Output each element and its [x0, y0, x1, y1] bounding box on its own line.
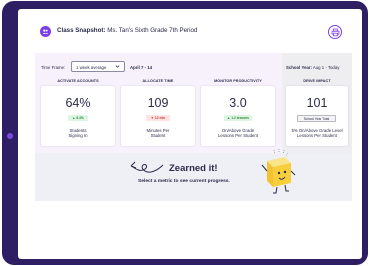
metric-label: On/Above Grade Lessons Per Student	[218, 128, 258, 139]
class-title-label: Class Snapshot:	[57, 27, 106, 34]
metric-value: 3.0	[229, 96, 247, 110]
date-range: April 7 - 14	[130, 65, 152, 70]
school-year-total-badge: School Year Total	[297, 115, 336, 122]
metric-card-monitor-productivity[interactable]: 3.0 ▲ 1.2 lessons On/Above Grade Lessons…	[201, 86, 275, 146]
metric-value: 64%	[65, 96, 91, 110]
change-badge: ▼ 12 min	[146, 115, 170, 121]
weekly-metrics-panel: Time Frame: 1 week average April 7 - 14 …	[35, 53, 282, 153]
change-badge: ▲ 1.2 lessons	[224, 115, 252, 121]
chevron-down-icon	[115, 65, 120, 68]
print-button[interactable]	[328, 25, 342, 39]
arrow-up-icon: ▲	[72, 116, 76, 120]
metric-card-activate-accounts[interactable]: 64% ▲ 6.3% Students Signing In	[41, 86, 115, 146]
change-badge: ▲ 6.3%	[68, 115, 88, 121]
time-frame-value: 1 week average	[76, 65, 107, 70]
mascot-icon	[261, 149, 296, 194]
metric-card-drive-impact[interactable]: 101 School Year Total 5% On/Above Grade …	[286, 86, 348, 146]
school-year-label: School Year: Aug 1 - Today	[286, 65, 340, 70]
metric-label: Students Signing In	[68, 128, 88, 139]
empty-state-panel: Zearned it! Select a metric to see curre…	[35, 149, 352, 201]
metric-title-monitor-productivity: MONITOR PRODUCTIVITY	[214, 79, 262, 83]
time-frame-select[interactable]: 1 week average	[71, 61, 125, 72]
metric-card-allocate-time[interactable]: 109 ▼ 12 min Minutes Per Student	[121, 86, 195, 146]
screen: Class Snapshot: Ms. Tan's Sixth Grade 7t…	[18, 9, 362, 259]
metric-label: Minutes Per Student	[146, 128, 170, 139]
metric-value: 109	[147, 96, 169, 110]
school-year-panel: School Year: Aug 1 - Today DRIVE IMPACT …	[282, 53, 352, 153]
print-icon	[331, 28, 340, 37]
device-frame: Class Snapshot: Ms. Tan's Sixth Grade 7t…	[2, 1, 368, 265]
metric-title-drive-impact: DRIVE IMPACT	[303, 79, 331, 83]
time-frame-label: Time Frame:	[41, 65, 66, 70]
arrow-down-icon: ▼	[150, 116, 154, 120]
metric-title-activate-accounts: ACTIVATE ACCOUNTS	[57, 79, 99, 83]
class-icon	[40, 26, 51, 37]
camera-dot	[7, 133, 13, 139]
empty-state-instruction: Select a metric to see current progress.	[138, 179, 230, 184]
metric-title-allocate-time: ALLOCATE TIME	[142, 79, 174, 83]
metric-label: 5% On/Above Grade Level Lessons Per Stud…	[291, 128, 343, 139]
swirl-arrow-icon	[130, 161, 164, 173]
class-name: Ms. Tan's Sixth Grade 7th Period	[107, 27, 198, 34]
page-title: Class Snapshot: Ms. Tan's Sixth Grade 7t…	[57, 27, 197, 34]
arrow-up-icon: ▲	[227, 116, 231, 120]
empty-state-heading: Zearned it!	[169, 163, 218, 174]
metric-value: 101	[306, 96, 328, 110]
header: Class Snapshot: Ms. Tan's Sixth Grade 7t…	[18, 9, 362, 49]
